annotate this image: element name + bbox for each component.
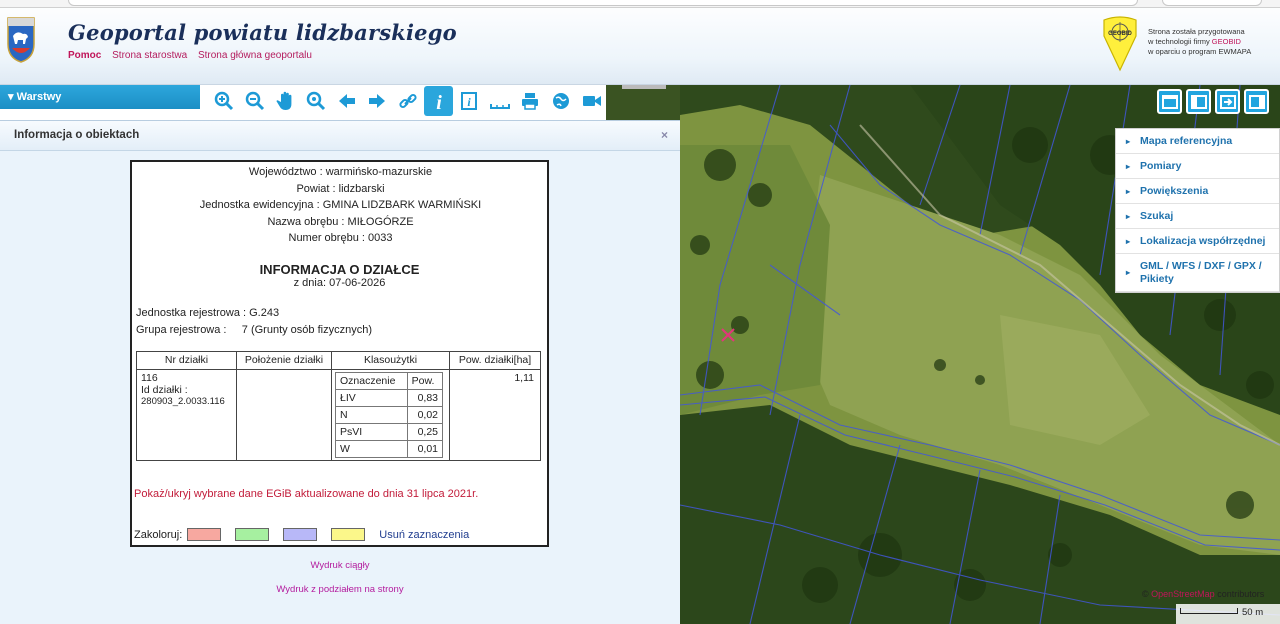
svg-text:i: i — [436, 92, 442, 113]
view-buttons — [1157, 89, 1269, 114]
col-header-location: Położenie działki — [236, 351, 332, 370]
zoom-window-icon[interactable] — [301, 86, 331, 116]
vendor-note: Strona została przygotowana w technologi… — [1148, 27, 1251, 57]
info-panel-title: Informacja o obiektach — [14, 129, 140, 141]
cell-parcel-number: 116 Id działki : 280903_2.0033.116 — [136, 369, 237, 461]
map-tools-menu: Mapa referencyjna Pomiary Powiększenia S… — [1115, 128, 1280, 293]
map-attribution: © OpenStreetMap contributors — [1142, 589, 1265, 599]
map-edge-strip — [606, 85, 680, 120]
region-county: Powiat : lidzbarski — [296, 183, 385, 195]
table-row: ŁIV 0,83 — [335, 389, 444, 407]
link-icon[interactable] — [393, 86, 423, 116]
registration-group: Grupa rejestrowa : 7 (Grunty osób fizycz… — [136, 324, 372, 336]
land-class-table: Oznaczenie Pow. ŁIV 0,83 N 0,02 PsVI 0,25 W0… — [335, 372, 444, 458]
print-paged-link[interactable]: Wydruk z podziałem na strony — [0, 584, 680, 601]
chevron-down-icon: ▾ — [8, 91, 14, 103]
layout-full-icon[interactable] — [1157, 89, 1182, 114]
colorize-row: Zakoloruj: Usuń zaznaczenia — [134, 528, 469, 541]
table-row: W 0,01 — [335, 440, 444, 458]
menu-item-search[interactable]: Szukaj — [1116, 204, 1279, 229]
vendor-brand-link[interactable]: GEOBID — [1212, 37, 1241, 46]
document-date: z dnia: 07-06-2026 — [293, 277, 386, 289]
layout-split-icon[interactable] — [1186, 89, 1211, 114]
colorize-label: Zakoloruj: — [134, 528, 183, 541]
query-icon[interactable]: i — [454, 86, 484, 116]
layout-export-icon[interactable] — [1215, 89, 1240, 114]
table-row: 116 Id działki : 280903_2.0033.116 Oznac… — [136, 369, 541, 461]
region-voivodeship: Województwo : warmińsko-mazurskie — [248, 166, 433, 178]
site-header: Geoportal powiatu lidzbarskiego Pomoc St… — [0, 0, 1280, 85]
zoom-out-icon[interactable] — [240, 86, 270, 116]
geobid-logo-icon[interactable]: GEOBID — [1100, 16, 1140, 72]
browser-bar — [0, 0, 1280, 8]
vendor-line-2: w technologii firmy GEOBID — [1148, 37, 1241, 46]
layers-toggle[interactable]: ▾ Warstwy — [0, 85, 200, 109]
col-header-area: Pow. działki[ha] — [449, 351, 541, 370]
table-row: N 0,02 — [335, 406, 444, 424]
layout-side-icon[interactable] — [1244, 89, 1269, 114]
cell-area: 1,11 — [449, 369, 541, 461]
menu-item-measurements[interactable]: Pomiary — [1116, 154, 1279, 179]
globe-icon[interactable] — [546, 86, 576, 116]
scale-label: 50 m — [1242, 607, 1264, 618]
clear-selection-link[interactable]: Usuń zaznaczenia — [379, 529, 469, 541]
info-icon[interactable]: i — [424, 86, 453, 116]
close-icon[interactable]: × — [661, 128, 668, 142]
map-toolbar: i i — [210, 86, 606, 118]
vendor-line-3: w oparciu o program EWMAPA — [1148, 47, 1252, 56]
measure-icon[interactable] — [485, 86, 515, 116]
county-office-link[interactable]: Strona starostwa — [112, 50, 187, 61]
print-links: Wydruk ciągły Wydruk z podziałem na stro… — [0, 553, 680, 601]
table-row: PsVI 0,25 — [335, 423, 444, 441]
camera-icon[interactable] — [577, 86, 606, 116]
parcel-table: Nr działki Położenie działki Klasoużytki… — [136, 351, 541, 461]
print-icon[interactable] — [516, 86, 545, 116]
layers-label: Warstwy — [16, 91, 62, 103]
menu-item-coordinate-location[interactable]: Lokalizacja współrzędnej — [1116, 229, 1279, 254]
help-link[interactable]: Pomoc — [68, 50, 101, 61]
svg-text:i: i — [468, 95, 472, 109]
col-header-land-classes: Klasoużytki — [331, 351, 450, 370]
menu-item-export-formats[interactable]: GML / WFS / DXF / GPX / Pikiety — [1116, 254, 1279, 292]
county-crest-icon — [7, 17, 35, 63]
region-cadastral-unit: Jednostka ewidencyjna : GMINA LIDZBARK W… — [199, 199, 482, 211]
scale-bar: 50 m — [1176, 604, 1280, 624]
color-swatch-red[interactable] — [187, 528, 222, 541]
color-swatch-yellow[interactable] — [331, 528, 366, 541]
zoom-in-icon[interactable] — [210, 86, 239, 116]
registration-unit: Jednostka rejestrowa : G.243 — [136, 307, 280, 319]
region-precinct-number: Numer obrębu : 0033 — [288, 232, 393, 244]
col-header-parcel-no: Nr działki — [136, 351, 237, 370]
cell-location — [236, 369, 332, 461]
parcel-info-document: Województwo : warmińsko-mazurskie Powiat… — [130, 160, 549, 547]
osm-link[interactable]: OpenStreetMap — [1151, 589, 1215, 599]
object-info-panel: Informacja o obiektach × Województwo : w… — [0, 120, 680, 624]
document-title: INFORMACJA O DZIAŁCE — [259, 262, 420, 277]
back-arrow-icon[interactable] — [332, 86, 362, 116]
klas-header-area: Pow. — [406, 372, 444, 390]
klas-header-code: Oznaczenie — [335, 372, 408, 390]
color-swatch-green[interactable] — [235, 528, 270, 541]
menu-item-reference-map[interactable]: Mapa referencyjna — [1116, 129, 1279, 154]
forward-arrow-icon[interactable] — [363, 86, 392, 116]
pan-hand-icon[interactable] — [271, 86, 300, 116]
info-panel-header: Informacja o obiektach × — [0, 121, 680, 151]
geobid-logo-text: GEOBID — [1108, 31, 1132, 37]
site-title: Geoportal powiatu lidzbarskiego — [68, 20, 457, 45]
menu-item-zoom[interactable]: Powiększenia — [1116, 179, 1279, 204]
region-precinct-name: Nazwa obrębu : MIŁOGÓRZE — [267, 216, 414, 228]
header-links: Pomoc Strona starostwa Strona główna geo… — [68, 50, 320, 61]
scale-line — [1180, 608, 1238, 614]
toggle-egib-data-link[interactable]: Pokaż/ukryj wybrane dane EGiB aktualizow… — [134, 488, 478, 500]
vendor-line-1: Strona została przygotowana — [1148, 27, 1245, 36]
print-continuous-link[interactable]: Wydruk ciągły — [0, 560, 680, 577]
geoportal-home-link[interactable]: Strona główna geoportalu — [198, 50, 312, 61]
color-swatch-blue[interactable] — [283, 528, 318, 541]
cell-land-classes: Oznaczenie Pow. ŁIV 0,83 N 0,02 PsVI 0,25 W0… — [331, 369, 450, 461]
